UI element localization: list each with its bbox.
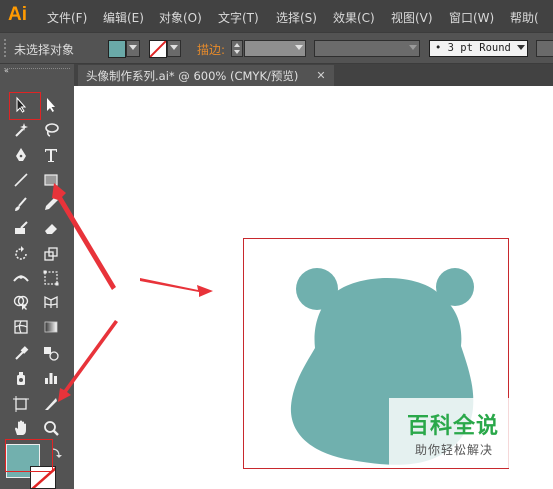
- slice-knife-icon: [45, 398, 57, 410]
- type-tool[interactable]: [40, 144, 62, 166]
- eraser-tool[interactable]: [40, 217, 62, 239]
- watermark-title: 百科全说: [407, 413, 500, 438]
- magic-wand-icon: [15, 123, 28, 137]
- rectangle-tool[interactable]: [40, 169, 62, 191]
- selection-status: 未选择对象: [14, 43, 75, 57]
- menu-select[interactable]: 选择(S): [276, 9, 317, 26]
- artboard-tool[interactable]: [10, 393, 32, 415]
- shape-builder-tool[interactable]: [10, 291, 32, 313]
- opacity-control[interactable]: [536, 40, 553, 57]
- zoom-tool[interactable]: [40, 417, 62, 439]
- scale-icon: [44, 247, 58, 261]
- symbol-sprayer-icon: [17, 372, 25, 385]
- hand-tool[interactable]: [10, 417, 32, 439]
- magic-wand-tool[interactable]: [10, 119, 32, 141]
- blob-brush-tool[interactable]: [10, 217, 32, 239]
- column-graph-tool[interactable]: [40, 367, 62, 389]
- eraser-icon: [45, 224, 57, 234]
- symbol-sprayer-tool[interactable]: [10, 367, 32, 389]
- watermark: 百科全说 助你轻松解决: [389, 398, 553, 468]
- document-tab-title: 头像制作系列.ai* @ 600% (CMYK/预览): [86, 68, 299, 83]
- scale-tool[interactable]: [40, 243, 62, 265]
- magnifier-icon: [44, 421, 59, 436]
- stepper-arrows-icon: [234, 43, 240, 54]
- none-slash-icon: [150, 41, 166, 57]
- fill-dropdown[interactable]: [126, 40, 140, 57]
- menu-help[interactable]: 帮助(: [510, 9, 539, 26]
- stroke-label[interactable]: 描边:: [197, 41, 225, 58]
- gradient-tool[interactable]: [40, 316, 62, 338]
- blend-icon: [44, 347, 59, 361]
- stroke-weight-stepper[interactable]: [231, 40, 243, 57]
- menu-effect[interactable]: 效果(C): [333, 9, 375, 26]
- menu-type[interactable]: 文字(T): [218, 9, 259, 26]
- chevron-down-icon: [129, 45, 137, 50]
- menu-edit[interactable]: 编辑(E): [103, 9, 144, 26]
- direct-selection-tool[interactable]: [40, 94, 62, 116]
- brush-definition-dropdown[interactable]: • 3 pt Round: [429, 40, 528, 57]
- chevron-down-icon: [409, 45, 417, 50]
- paintbrush-tool[interactable]: [10, 193, 32, 215]
- svg-text:«: «: [4, 66, 9, 74]
- eyedropper-icon: [15, 346, 29, 360]
- free-transform-icon: [43, 270, 59, 286]
- rectangle-icon: [44, 174, 58, 186]
- stroke-none-swatch[interactable]: [149, 40, 167, 58]
- paintbrush-icon: [15, 197, 27, 211]
- column-graph-icon: [45, 373, 57, 384]
- menu-object[interactable]: 对象(O): [159, 9, 202, 26]
- hand-icon: [15, 420, 26, 435]
- menu-window[interactable]: 窗口(W): [449, 9, 494, 26]
- variable-width-profile[interactable]: [314, 40, 420, 57]
- artboard-icon: [13, 396, 29, 412]
- brush-definition-value: • 3 pt Round: [435, 42, 511, 54]
- type-t-icon: [45, 149, 57, 162]
- stroke-weight-field[interactable]: [244, 40, 306, 57]
- direct-selection-arrow-icon: [47, 98, 55, 112]
- watermark-subtitle: 助你轻松解决: [415, 443, 494, 457]
- rotate-icon: [15, 246, 27, 260]
- menu-file[interactable]: 文件(F): [47, 9, 87, 26]
- lasso-tool[interactable]: [40, 119, 62, 141]
- tools-panel-grip[interactable]: «: [4, 66, 70, 77]
- menu-view[interactable]: 视图(V): [391, 9, 433, 26]
- pen-nib-icon: [16, 148, 26, 161]
- control-bar: 未选择对象 描边: • 3 pt Round: [0, 32, 553, 64]
- menu-bar: Ai 文件(F) 编辑(E) 对象(O) 文字(T) 选择(S) 效果(C) 视…: [0, 0, 553, 32]
- rotate-tool[interactable]: [10, 243, 32, 265]
- chevron-down-icon: [295, 45, 303, 50]
- highlight-fill-swatch: [5, 439, 53, 472]
- lasso-icon: [45, 123, 59, 137]
- mesh-tool[interactable]: [10, 316, 32, 338]
- width-tool[interactable]: [10, 267, 32, 289]
- stroke-dropdown[interactable]: [167, 40, 181, 57]
- blend-tool[interactable]: [40, 342, 62, 364]
- gradient-icon: [44, 321, 58, 333]
- document-tab-bar: 头像制作系列.ai* @ 600% (CMYK/预览) ✕: [74, 64, 553, 86]
- highlight-selection-tool: [9, 92, 41, 120]
- pencil-icon: [45, 197, 58, 210]
- chevron-down-icon: [517, 45, 525, 50]
- line-segment-icon: [14, 173, 28, 187]
- perspective-grid-tool[interactable]: [40, 291, 62, 313]
- blob-brush-icon: [15, 221, 28, 234]
- slice-tool[interactable]: [40, 393, 62, 415]
- free-transform-tool[interactable]: [40, 267, 62, 289]
- shape-builder-icon: [13, 295, 29, 310]
- fill-swatch[interactable]: [108, 40, 126, 58]
- collapse-arrows-icon: «: [4, 66, 9, 74]
- width-tool-icon: [13, 275, 29, 282]
- eyedropper-tool[interactable]: [10, 342, 32, 364]
- line-segment-tool[interactable]: [10, 169, 32, 191]
- control-bar-grip[interactable]: [4, 39, 8, 57]
- app-logo: Ai: [8, 4, 27, 25]
- chevron-down-icon: [170, 45, 178, 50]
- document-tab[interactable]: 头像制作系列.ai* @ 600% (CMYK/预览) ✕: [78, 65, 334, 86]
- close-icon[interactable]: ✕: [316, 69, 325, 82]
- perspective-grid-icon: [44, 295, 58, 308]
- pencil-tool[interactable]: [40, 193, 62, 215]
- pen-tool[interactable]: [10, 144, 32, 166]
- mesh-icon: [14, 320, 28, 334]
